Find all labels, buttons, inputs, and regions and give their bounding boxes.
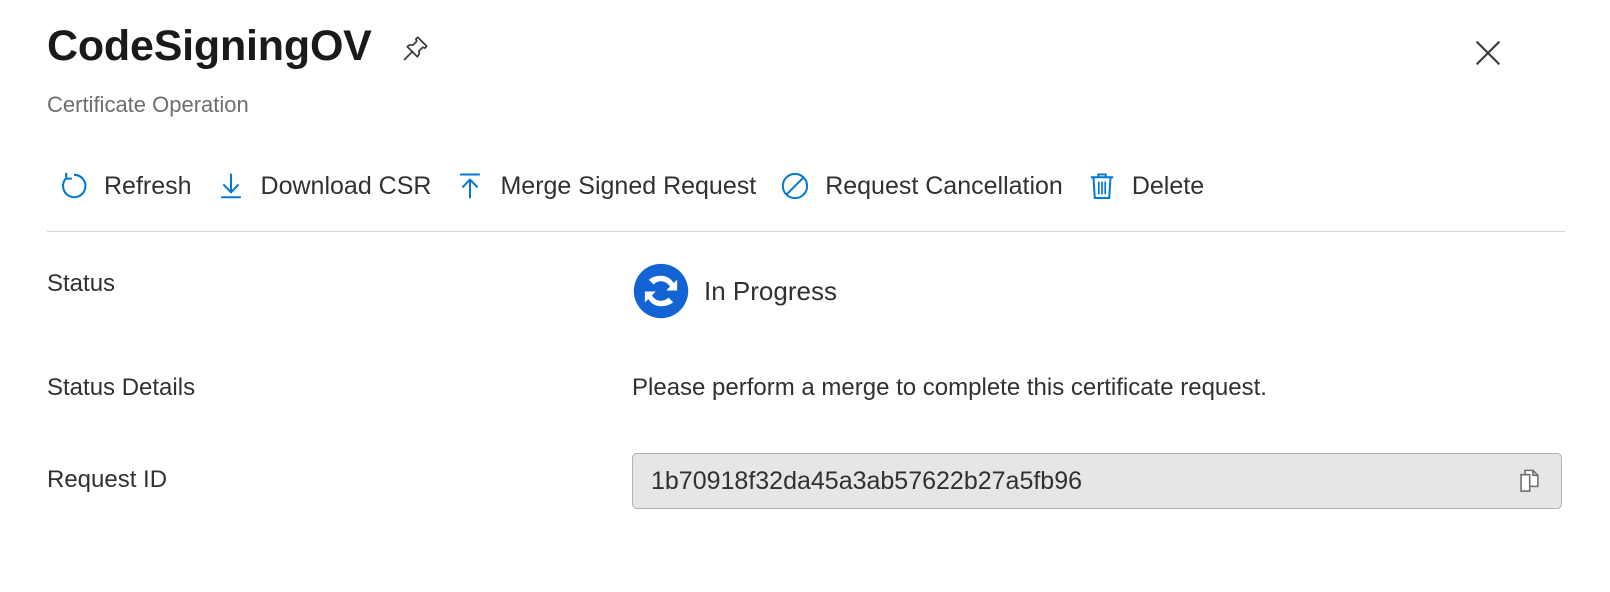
merge-signed-request-button[interactable]: Merge Signed Request (445, 164, 770, 208)
delete-button[interactable]: Delete (1077, 164, 1218, 208)
command-toolbar: Refresh Download CSR Merge Signed Reques… (47, 162, 1218, 210)
delete-label: Delete (1131, 172, 1205, 200)
page-title: CodeSigningOV (47, 22, 372, 70)
request-cancellation-label: Request Cancellation (825, 172, 1063, 200)
toolbar-divider (47, 231, 1565, 232)
property-row-status-details: Status Details Please perform a merge to… (0, 366, 1610, 458)
title-row: CodeSigningOV (47, 20, 432, 72)
refresh-button[interactable]: Refresh (47, 164, 206, 208)
refresh-label: Refresh (104, 172, 192, 200)
status-details-value: Please perform a merge to complete this … (632, 374, 1267, 401)
blade-header: CodeSigningOV Certificate Operation (0, 0, 1610, 140)
download-csr-button[interactable]: Download CSR (206, 164, 446, 208)
status-details-label: Status Details (47, 374, 196, 401)
pin-icon[interactable] (398, 32, 432, 66)
request-cancellation-button[interactable]: Request Cancellation (770, 164, 1077, 208)
page-subtitle: Certificate Operation (47, 92, 249, 117)
request-id-value: 1b70918f32da45a3ab57622b27a5fb96 (651, 467, 1083, 495)
refresh-icon (57, 169, 91, 203)
status-label: Status (47, 270, 116, 297)
request-id-input[interactable]: 1b70918f32da45a3ab57622b27a5fb96 (632, 453, 1562, 509)
trash-icon (1085, 169, 1119, 203)
property-list: Status In Progress Status Details Please… (0, 262, 1610, 562)
in-progress-sync-icon (632, 262, 690, 320)
request-id-label: Request ID (47, 466, 168, 493)
status-badge: In Progress (632, 262, 837, 320)
status-value-text: In Progress (704, 276, 837, 306)
close-icon[interactable] (1468, 33, 1508, 73)
upload-icon (453, 169, 487, 203)
download-icon (214, 169, 248, 203)
merge-signed-request-label: Merge Signed Request (500, 172, 757, 200)
property-row-request-id: Request ID 1b70918f32da45a3ab57622b27a5f… (0, 453, 1610, 562)
property-row-status: Status In Progress (0, 262, 1610, 366)
prohibition-icon (778, 169, 812, 203)
copy-icon[interactable] (1511, 463, 1547, 499)
download-csr-label: Download CSR (260, 172, 432, 200)
